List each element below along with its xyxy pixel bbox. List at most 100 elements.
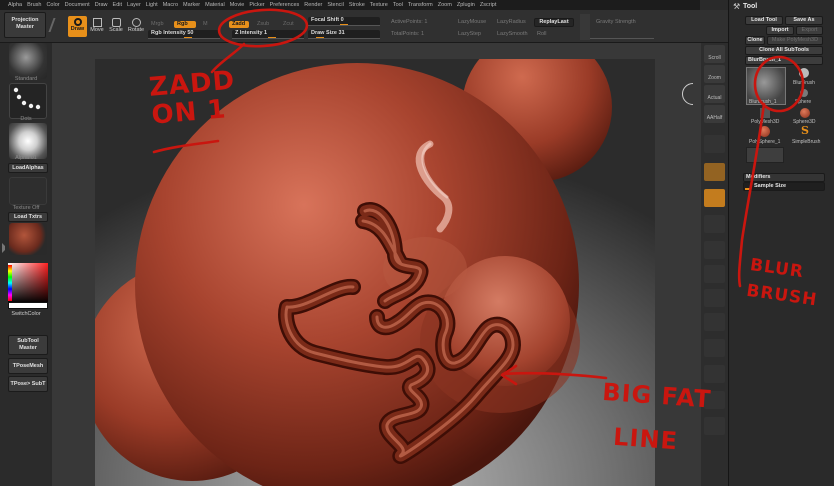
gravity-strength-label: Gravity Strength [596,19,636,25]
scroll-button[interactable]: Scroll [704,45,725,63]
menu-item-macro[interactable]: Macro [163,0,178,10]
export-button[interactable]: Export [796,26,823,35]
menu-item-light[interactable]: Light [146,0,158,10]
modifiers-section[interactable]: Modifiers [743,173,825,182]
brush-preview-standard[interactable] [9,43,47,79]
top-shelf: Projection Master Draw Move Scale Rotate… [0,10,728,43]
draw-button[interactable]: Draw [68,16,87,37]
lazy-smooth-slider[interactable]: LazySmooth [497,31,528,37]
texture-preview[interactable] [9,177,47,205]
menu-item-movie[interactable]: Movie [230,0,245,10]
import-button[interactable]: Import [766,26,794,35]
tool-thumb-current[interactable] [746,147,784,163]
primary-color-swatch[interactable] [8,302,48,309]
save-as-button[interactable]: Save As [785,16,823,25]
gravity-strength-slider[interactable]: Gravity Strength [580,17,654,39]
floor-button[interactable] [704,163,725,181]
clone-all-subtools-button[interactable]: Clone All SubTools [745,46,823,55]
m-toggle[interactable]: M [200,21,211,28]
rotate-view-button[interactable] [704,313,725,331]
annotation-fat-line-text: BIG FAT LINE [598,370,713,465]
alpha-preview[interactable] [9,123,47,159]
menu-item-tool[interactable]: Tool [393,0,403,10]
load-alphas-button[interactable]: LoadAlphas [8,163,48,173]
menu-item-stencil[interactable]: Stencil [327,0,344,10]
dots-icon [13,87,41,110]
menu-item-transform[interactable]: Transform [408,0,433,10]
polysphere-icon[interactable] [759,126,770,137]
texture-label: Texture Off [12,205,40,211]
sphere-icon[interactable] [800,89,808,97]
tool-label-polysphere: PolySphere_1 [749,139,781,145]
zadd-toggle[interactable]: Zadd [229,21,249,28]
polymesh-icon[interactable] [760,108,770,118]
persp-button[interactable] [704,135,725,153]
menu-item-draw[interactable]: Draw [95,0,108,10]
lazy-step-slider[interactable]: LazyStep [458,31,481,37]
menu-item-zplugin[interactable]: Zplugin [457,0,475,10]
mrgb-toggle[interactable]: Mrgb [148,21,167,28]
menu-item-color[interactable]: Color [46,0,59,10]
sphere3d-icon[interactable] [800,108,810,118]
lazy-mouse-toggle[interactable]: LazyMouse [458,19,486,25]
load-tool-button[interactable]: Load Tool [745,16,783,25]
scale-button[interactable]: Scale [108,18,124,37]
move-view-button[interactable] [704,265,725,283]
actual-button[interactable]: Actual [704,85,725,103]
lazy-radius-slider[interactable]: LazyRadius [497,19,526,25]
move-button[interactable]: Move [89,18,105,37]
aahalf-button[interactable]: AAHalf [704,105,725,123]
draw-size-slider[interactable]: Draw Size 31 [308,30,380,39]
menu-item-marker[interactable]: Marker [183,0,200,10]
xyz-button[interactable] [704,215,725,233]
menu-item-layer[interactable]: Layer [127,0,141,10]
subtool-master-button[interactable]: SubTool Master [8,335,48,355]
menu-item-document[interactable]: Document [65,0,90,10]
current-tool-slider[interactable]: BlurBrush_1 [745,56,823,65]
load-txtrs-button[interactable]: Load Txtrs [8,212,48,222]
menu-item-stroke[interactable]: Stroke [349,0,365,10]
rgb-toggle[interactable]: Rgb [174,21,196,28]
zsub-toggle[interactable]: Zsub [254,21,272,28]
menu-item-render[interactable]: Render [304,0,322,10]
edit-icon[interactable] [48,18,66,32]
menu-item-edit[interactable]: Edit [113,0,122,10]
scale-view-button[interactable] [704,289,725,307]
menu-item-zoom[interactable]: Zoom [438,0,452,10]
tpose-mesh-button[interactable]: TPoseMesh [8,358,48,374]
replay-last-button[interactable]: ReplayLast [534,18,574,27]
hue-strip[interactable] [8,265,12,301]
menu-item-material[interactable]: Material [205,0,225,10]
local-button[interactable] [704,189,725,207]
switch-color-button[interactable]: SwitchColor [4,311,48,317]
simplebrush-icon[interactable]: S [801,124,809,137]
menu-item-brush[interactable]: Brush [27,0,41,10]
projection-master-button[interactable]: Projection Master [4,12,46,38]
menu-item-alpha[interactable]: Alpha [8,0,22,10]
rotate-label: Rotate [127,27,145,33]
menu-item-texture[interactable]: Texture [370,0,388,10]
tpose-subt-button[interactable]: TPose> SubT [8,376,48,392]
rotate-button[interactable]: Rotate [127,18,145,37]
polyf-button[interactable] [704,339,725,357]
color-picker[interactable] [8,263,48,303]
z-intensity-slider[interactable]: Z Intensity 1 [232,30,304,39]
rgb-intensity-slider[interactable]: Rgb Intensity 50 [148,30,220,39]
zcut-toggle[interactable]: Zcut [280,21,297,28]
material-preview[interactable] [9,223,47,255]
menu-item-picker[interactable]: Picker [249,0,264,10]
draw-icon [73,18,82,26]
focal-shift-slider[interactable]: Focal Shift 0 [308,17,380,26]
make-polymesh-button[interactable]: Make PolyMesh3D [767,36,823,45]
roll-toggle[interactable]: Roll [537,31,546,37]
tray-handle[interactable] [2,243,5,253]
clone-button[interactable]: Clone [745,36,765,45]
blurbrush-icon[interactable] [799,68,809,78]
frame-button[interactable] [704,241,725,259]
tool-label-blurbrush-1: BlurBrush_1 [749,99,777,105]
sample-size-slider[interactable]: Sample Size [743,182,825,191]
menu-item-preferences[interactable]: Preferences [270,0,300,10]
menu-item-zscript[interactable]: Zscript [480,0,497,10]
stroke-preview-dots[interactable] [9,83,47,119]
zoom-button[interactable]: Zoom [704,65,725,83]
